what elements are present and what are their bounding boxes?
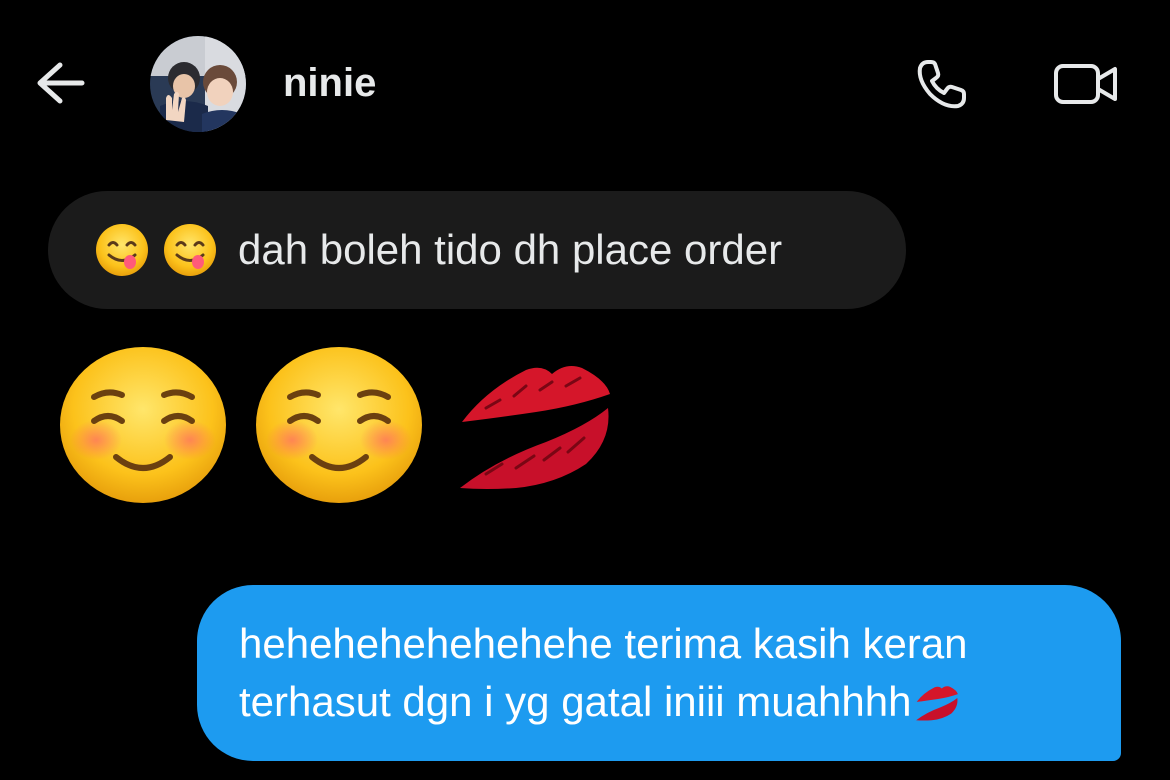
message-text: dah boleh tido dh place order bbox=[238, 226, 783, 273]
phone-icon bbox=[917, 60, 966, 109]
sent-message-bubble[interactable]: hehehehehehehehe terima kasih keran terh… bbox=[197, 585, 1121, 761]
message-line: terhasut dgn i yg gatal iniii muahhhh bbox=[239, 678, 912, 725]
call-button[interactable] bbox=[910, 52, 974, 116]
video-call-button[interactable] bbox=[1050, 54, 1122, 114]
back-button[interactable] bbox=[30, 55, 90, 111]
face-savoring-food-emoji bbox=[164, 224, 216, 276]
face-savoring-food-emoji bbox=[96, 224, 148, 276]
message-line-with-emoji: terhasut dgn i yg gatal iniii muahhhh bbox=[239, 673, 1081, 731]
smiling-face-emoji bbox=[60, 347, 226, 503]
dm-conversation-screen: ninie dah boleh tido dh place order hehe… bbox=[0, 0, 1170, 780]
contact-name[interactable]: ninie bbox=[283, 58, 376, 108]
avatar[interactable] bbox=[150, 36, 246, 132]
message-line: hehehehehehehehe terima kasih keran bbox=[239, 620, 968, 667]
received-message-bubble[interactable]: dah boleh tido dh place order bbox=[48, 191, 906, 309]
kiss-mark-emoji bbox=[916, 686, 959, 721]
arrow-left-icon bbox=[37, 62, 85, 104]
smiling-face-emoji bbox=[256, 347, 422, 503]
video-camera-icon bbox=[1054, 64, 1117, 104]
emoji-message[interactable] bbox=[58, 345, 618, 505]
kiss-mark-emoji bbox=[460, 366, 610, 489]
